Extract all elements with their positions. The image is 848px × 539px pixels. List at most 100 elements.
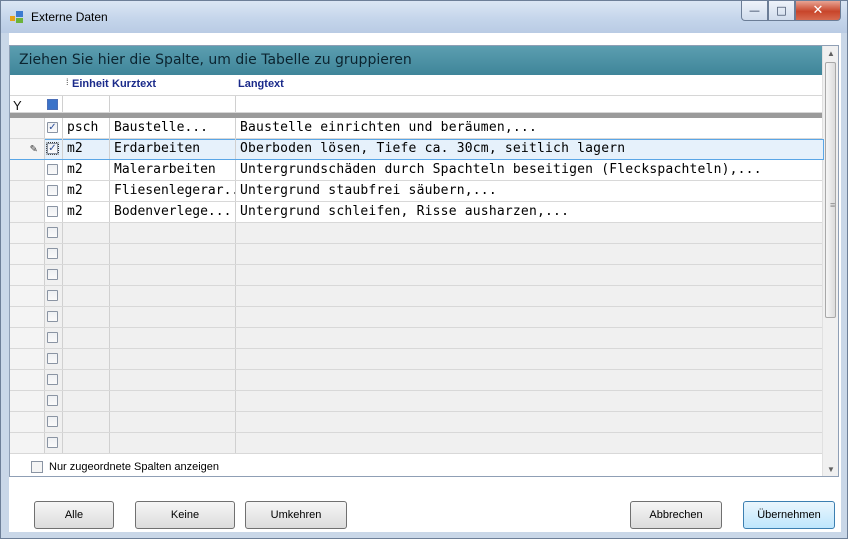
cell-kurztext[interactable]: Erdarbeiten xyxy=(109,139,235,159)
row-checkbox-cell[interactable] xyxy=(44,202,62,222)
table-row-empty[interactable] xyxy=(10,349,824,370)
cell-einheit[interactable]: m2 xyxy=(62,139,109,159)
cell-einheit[interactable] xyxy=(62,433,109,453)
cell-langtext[interactable] xyxy=(235,286,824,306)
table-row[interactable]: m2 Fliesenlegerar... Untergrund staubfre… xyxy=(10,181,824,202)
row-checkbox-cell[interactable] xyxy=(44,244,62,264)
row-checkbox-cell[interactable] xyxy=(44,391,62,411)
row-checkbox[interactable]: ✓ xyxy=(47,122,58,133)
cell-einheit[interactable]: m2 xyxy=(62,181,109,201)
row-checkbox-cell[interactable] xyxy=(44,307,62,327)
row-checkbox[interactable] xyxy=(47,395,58,406)
minimize-button[interactable]: — xyxy=(741,1,768,21)
vertical-scrollbar[interactable]: ▲ ≡ ▼ xyxy=(822,46,838,476)
row-checkbox[interactable] xyxy=(47,164,58,175)
table-row[interactable]: m2 Malerarbeiten Untergrundschäden durch… xyxy=(10,160,824,181)
only-assigned-option[interactable]: Nur zugeordnete Spalten anzeigen xyxy=(31,461,219,473)
table-row-empty[interactable] xyxy=(10,412,824,433)
row-checkbox[interactable] xyxy=(47,185,58,196)
row-checkbox[interactable] xyxy=(47,332,58,343)
maximize-button[interactable]: □ xyxy=(768,1,795,21)
column-header-langtext[interactable]: Langtext xyxy=(236,75,284,95)
cell-langtext[interactable] xyxy=(235,223,824,243)
row-checkbox-cell[interactable] xyxy=(44,370,62,390)
cell-kurztext[interactable]: Bodenverlege... xyxy=(109,202,235,222)
filter-icon[interactable]: Y xyxy=(13,98,35,113)
table-row[interactable]: ✓ psch Baustelle... Baustelle einrichten… xyxy=(10,118,824,139)
column-header-einheit[interactable]: Einheit xyxy=(70,75,109,95)
cell-langtext[interactable]: Untergrund schleifen, Risse ausharzen,..… xyxy=(235,202,824,222)
cell-langtext[interactable]: Baustelle einrichten und beräumen,... xyxy=(235,118,824,138)
row-checkbox-cell[interactable] xyxy=(44,328,62,348)
cell-kurztext[interactable] xyxy=(109,370,235,390)
row-checkbox-cell[interactable] xyxy=(44,223,62,243)
cell-kurztext[interactable] xyxy=(109,223,235,243)
row-checkbox-cell[interactable] xyxy=(44,433,62,453)
cell-kurztext[interactable] xyxy=(109,391,235,411)
row-checkbox-cell[interactable] xyxy=(44,160,62,180)
cell-kurztext[interactable] xyxy=(109,265,235,285)
cell-kurztext[interactable]: Malerarbeiten xyxy=(109,160,235,180)
cell-einheit[interactable]: psch xyxy=(62,118,109,138)
row-checkbox-cell[interactable] xyxy=(44,349,62,369)
table-row-empty[interactable] xyxy=(10,286,824,307)
row-checkbox[interactable] xyxy=(47,290,58,301)
cell-kurztext[interactable] xyxy=(109,307,235,327)
cell-langtext[interactable] xyxy=(235,433,824,453)
column-chooser-grip-icon[interactable]: ⁞ xyxy=(66,78,69,87)
row-checkbox-cell[interactable] xyxy=(44,181,62,201)
table-row-empty[interactable] xyxy=(10,223,824,244)
cancel-button[interactable]: Abbrechen xyxy=(630,501,722,529)
row-checkbox[interactable] xyxy=(47,248,58,259)
filter-cell-langtext[interactable] xyxy=(235,96,824,112)
row-checkbox[interactable] xyxy=(47,227,58,238)
row-checkbox[interactable] xyxy=(47,437,58,448)
cell-langtext[interactable]: Untergrundschäden durch Spachteln beseit… xyxy=(235,160,824,180)
row-checkbox-cell[interactable] xyxy=(44,286,62,306)
cell-langtext[interactable] xyxy=(235,244,824,264)
cell-langtext[interactable] xyxy=(235,307,824,327)
cell-kurztext[interactable] xyxy=(109,433,235,453)
table-row-empty[interactable] xyxy=(10,391,824,412)
scrollbar-thumb[interactable]: ≡ xyxy=(825,62,836,318)
cell-einheit[interactable] xyxy=(62,370,109,390)
row-checkbox[interactable] xyxy=(47,374,58,385)
cell-kurztext[interactable] xyxy=(109,286,235,306)
cell-langtext[interactable] xyxy=(235,412,824,432)
cell-einheit[interactable] xyxy=(62,223,109,243)
cell-einheit[interactable] xyxy=(62,265,109,285)
cell-langtext[interactable] xyxy=(235,370,824,390)
group-by-panel[interactable]: Ziehen Sie hier die Spalte, um die Tabel… xyxy=(10,46,838,75)
row-checkbox[interactable] xyxy=(47,269,58,280)
row-checkbox[interactable] xyxy=(47,206,58,217)
cell-einheit[interactable] xyxy=(62,244,109,264)
cell-einheit[interactable] xyxy=(62,412,109,432)
cell-langtext[interactable] xyxy=(235,265,824,285)
row-checkbox[interactable]: ✓ xyxy=(46,142,59,155)
row-checkbox[interactable] xyxy=(47,311,58,322)
cell-einheit[interactable] xyxy=(62,307,109,327)
row-checkbox-cell[interactable]: ✓ xyxy=(44,139,62,159)
cell-langtext[interactable] xyxy=(235,328,824,348)
row-checkbox[interactable] xyxy=(47,416,58,427)
cell-kurztext[interactable]: Fliesenlegerar... xyxy=(109,181,235,201)
table-row-empty[interactable] xyxy=(10,328,824,349)
cell-langtext[interactable] xyxy=(235,349,824,369)
cell-einheit[interactable] xyxy=(62,391,109,411)
cell-kurztext[interactable] xyxy=(109,412,235,432)
row-checkbox-cell[interactable]: ✓ xyxy=(44,118,62,138)
only-assigned-checkbox[interactable] xyxy=(31,461,43,473)
apply-button[interactable]: Übernehmen xyxy=(743,501,835,529)
table-row-empty[interactable] xyxy=(10,433,824,454)
cell-kurztext[interactable] xyxy=(109,349,235,369)
cell-kurztext[interactable]: Baustelle... xyxy=(109,118,235,138)
select-all-button[interactable]: Alle xyxy=(34,501,114,529)
row-checkbox[interactable] xyxy=(47,353,58,364)
scroll-down-icon[interactable]: ▼ xyxy=(823,462,838,476)
table-row-empty[interactable] xyxy=(10,244,824,265)
cell-einheit[interactable] xyxy=(62,349,109,369)
scroll-up-icon[interactable]: ▲ xyxy=(823,46,838,62)
title-bar[interactable]: Externe Daten — □ ✕ xyxy=(1,1,847,33)
cell-einheit[interactable]: m2 xyxy=(62,202,109,222)
cell-kurztext[interactable] xyxy=(109,244,235,264)
